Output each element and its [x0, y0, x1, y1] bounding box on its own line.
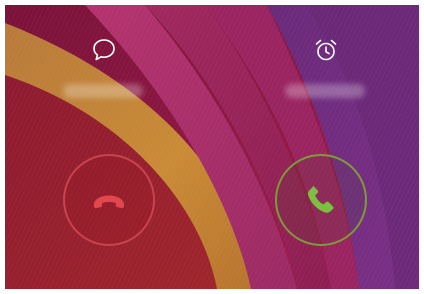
phone-hangup-icon — [94, 195, 124, 209]
quick-reply-message-action[interactable] — [43, 31, 163, 101]
phone-answer-icon — [307, 185, 334, 213]
chat-bubble-icon — [93, 39, 115, 61]
quick-reply-label — [63, 84, 143, 98]
incoming-call-screen — [5, 5, 419, 289]
remind-me-alarm-action[interactable] — [265, 31, 385, 101]
decline-call-button[interactable] — [63, 154, 155, 246]
remind-me-label — [285, 84, 365, 98]
alarm-clock-icon — [315, 39, 337, 61]
answer-call-button[interactable] — [275, 154, 367, 246]
